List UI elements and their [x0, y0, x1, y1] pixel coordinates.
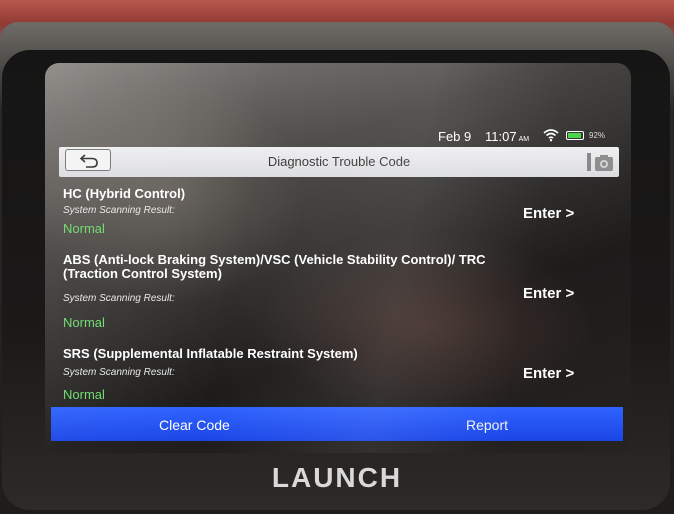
status-time-value: 11:07 — [485, 129, 517, 144]
scan-result-status: Normal — [63, 221, 105, 236]
battery-level-fill — [568, 133, 581, 138]
system-name: SRS (Supplemental Inflatable Restraint S… — [63, 346, 358, 361]
title-bar: Diagnostic Trouble Code — [59, 147, 619, 177]
page-title: Diagnostic Trouble Code — [267, 154, 411, 169]
system-name: HC (Hybrid Control) — [63, 186, 186, 201]
scan-result-label: System Scanning Result: — [63, 293, 175, 304]
status-date: Feb 9 — [438, 129, 472, 144]
system-name: ABS (Anti-lock Braking System)/VSC (Vehi… — [63, 252, 486, 281]
status-bar: Feb 9 11:07 AM 92% — [45, 125, 631, 147]
status-ampm: AM — [518, 136, 530, 143]
system-item-srs: SRS (Supplemental Inflatable Restraint S… — [45, 347, 631, 409]
enter-button[interactable]: Enter > — [523, 205, 574, 222]
scan-result-status: Normal — [63, 387, 105, 402]
enter-button[interactable]: Enter > — [523, 365, 574, 382]
scan-result-label: System Scanning Result: — [63, 205, 175, 216]
battery-percent: 92% — [589, 131, 606, 140]
clear-code-button[interactable]: Clear Code — [159, 417, 230, 433]
battery-icon — [566, 131, 584, 140]
status-time: 11:07 AM — [485, 129, 529, 144]
scan-result-status: Normal — [63, 315, 105, 330]
wifi-icon — [543, 129, 559, 142]
system-item-hc: HC (Hybrid Control) System Scanning Resu… — [45, 177, 631, 245]
camera-icon[interactable] — [581, 150, 615, 174]
bottom-action-bar: Clear Code Report — [51, 407, 623, 441]
brand-logo: LAUNCH — [271, 462, 403, 493]
report-button[interactable]: Report — [466, 417, 508, 433]
device-screen: Feb 9 11:07 AM 92% Diagnostic Trouble Cod… — [45, 63, 631, 453]
enter-button[interactable]: Enter > — [523, 285, 574, 302]
system-item-abs-vsc-trc: ABS (Anti-lock Braking System)/VSC (Vehi… — [45, 253, 631, 343]
scan-result-label: System Scanning Result: — [63, 367, 175, 378]
